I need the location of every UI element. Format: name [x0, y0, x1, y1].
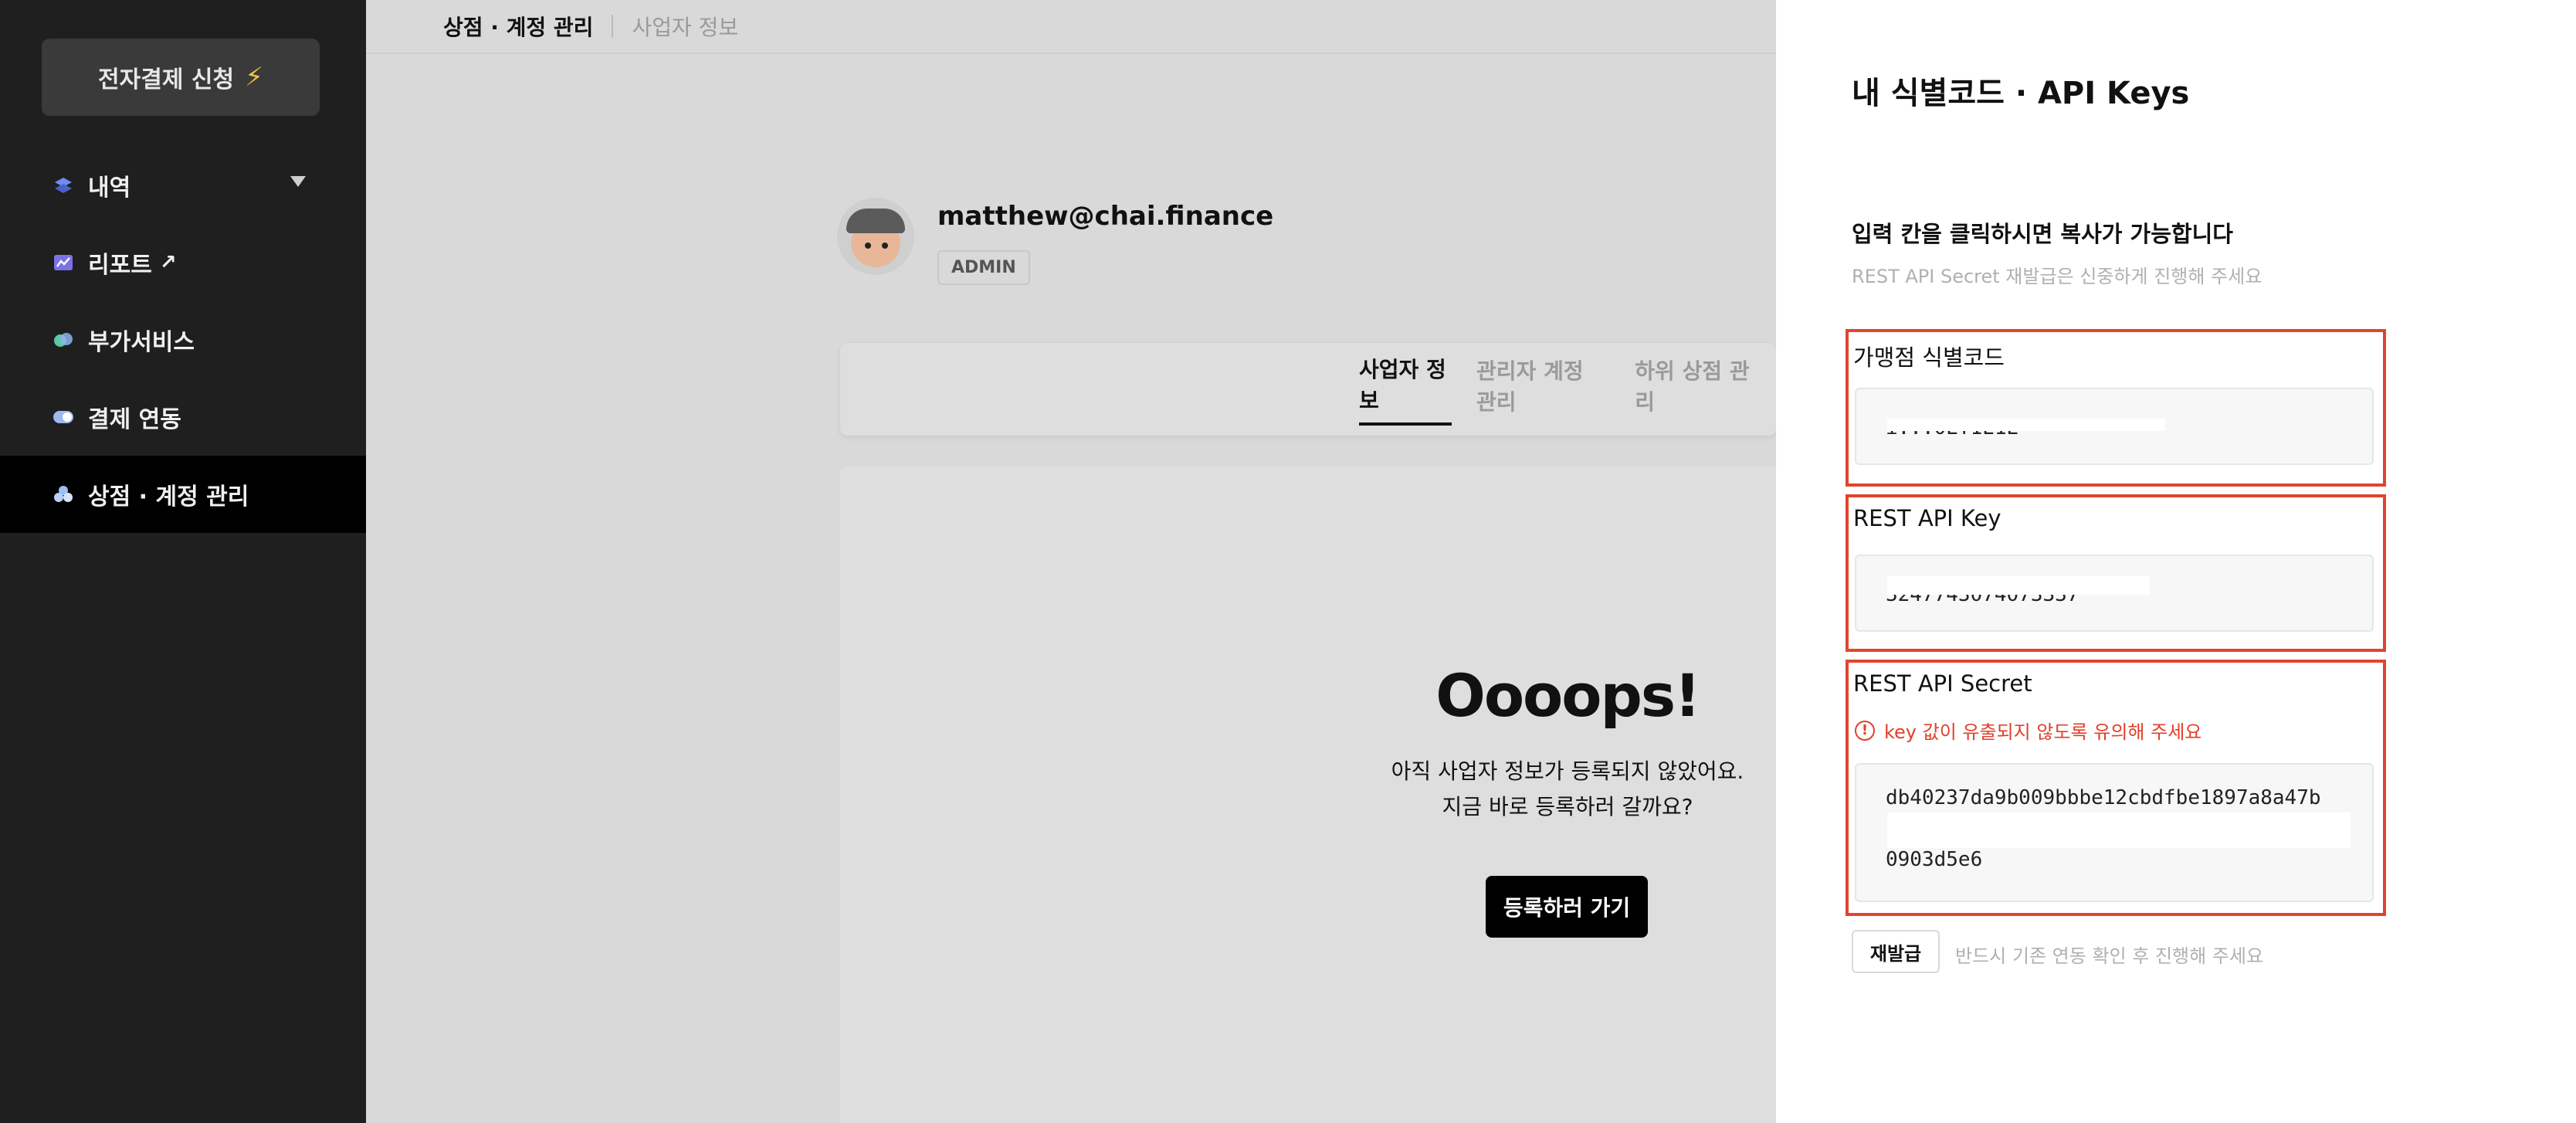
sidebar-item-label: 리포트	[88, 252, 152, 279]
avatar	[837, 198, 914, 275]
secret-warning-text: key 값이 유출되지 않도록 유의해 주세요	[1884, 721, 2202, 743]
tabs-bar: 사업자 정보 관리자 계정 관리 하위 상점 관리	[840, 343, 1776, 436]
profile-header: matthew@chai.finance ADMIN	[837, 198, 1273, 285]
api-keys-panel: 내 식별코드 · API Keys 입력 칸을 클릭하시면 복사가 가능합니다 …	[1776, 0, 2576, 1123]
api-key-field[interactable]: 3247743074073337	[1855, 555, 2374, 632]
panel-subtitle: 입력 칸을 클릭하시면 복사가 가능합니다	[1852, 221, 2233, 247]
services-icon	[53, 329, 74, 351]
toggle-icon	[53, 406, 74, 428]
api-key-section: REST API Key 3247743074073337	[1846, 494, 2386, 652]
reissue-button[interactable]: 재발급	[1852, 930, 1940, 973]
secret-warning: ! key 값이 유출되지 않도록 유의해 주세요	[1855, 717, 2201, 744]
apply-payment-label: 전자결제 신청	[98, 66, 235, 93]
layers-icon	[53, 175, 74, 196]
sidebar-item-services[interactable]: 부가서비스	[0, 301, 366, 378]
chevron-down-icon[interactable]	[290, 176, 306, 187]
breadcrumb-business-info[interactable]: 사업자 정보	[632, 11, 738, 42]
external-link-icon: ↗	[159, 251, 177, 274]
sidebar-item-label: 내역	[88, 175, 131, 202]
merchant-id-label: 가맹점 식별코드	[1853, 344, 2005, 371]
role-badge: ADMIN	[937, 250, 1030, 285]
breadcrumb-current[interactable]: 상점 · 계정 관리	[443, 11, 593, 42]
apply-payment-button[interactable]: 전자결제 신청 ⚡	[42, 39, 320, 116]
chart-icon	[53, 252, 74, 273]
api-secret-label: REST API Secret	[1853, 670, 2032, 697]
merchant-id-field[interactable]: i...0ET1E1E	[1855, 388, 2374, 465]
empty-state-message: 아직 사업자 정보가 등록되지 않았어요. 지금 바로 등록하러 갈까요?	[1313, 754, 1822, 825]
lightning-icon: ⚡	[245, 62, 263, 93]
sidebar-item-history[interactable]: 내역	[0, 147, 366, 224]
api-secret-field[interactable]: db40237da9b009bbbe12cbdfbe1897a8a47b 090…	[1855, 763, 2374, 902]
panel-hint: REST API Secret 재발급은 신중하게 진행해 주세요	[1852, 266, 2262, 287]
empty-state-line1: 아직 사업자 정보가 등록되지 않았어요.	[1391, 758, 1744, 784]
sidebar-item-label: 부가서비스	[88, 329, 195, 356]
sidebar-item-store-accounts[interactable]: 상점 · 계정 관리	[0, 456, 366, 533]
profile-email: matthew@chai.finance	[937, 201, 1274, 232]
sidebar-item-report[interactable]: 리포트 ↗	[0, 224, 366, 301]
api-key-label: REST API Key	[1853, 505, 2001, 531]
breadcrumb-divider	[612, 15, 614, 38]
users-icon	[53, 483, 74, 505]
tab-business-info[interactable]: 사업자 정보	[1359, 353, 1452, 426]
reissue-hint: 반드시 기존 연동 확인 후 진행해 주세요	[1955, 945, 2264, 967]
sidebar-item-label: 결제 연동	[88, 406, 181, 433]
breadcrumb: 상점 · 계정 관리 사업자 정보	[366, 0, 1776, 54]
api-secret-value-line2: 0903d5e6	[1886, 848, 1983, 871]
sidebar-item-label: 상점 · 계정 관리	[88, 483, 249, 511]
api-secret-section: REST API Secret ! key 값이 유출되지 않도록 유의해 주세…	[1846, 660, 2386, 916]
sidebar-item-integration[interactable]: 결제 연동	[0, 378, 366, 456]
empty-state-line2: 지금 바로 등록하러 갈까요?	[1442, 794, 1693, 819]
empty-state-title: Oooops!	[1435, 661, 1701, 730]
api-secret-value-line1: db40237da9b009bbbe12cbdfbe1897a8a47b	[1886, 786, 2321, 809]
register-button[interactable]: 등록하러 가기	[1486, 876, 1648, 938]
tab-sub-stores[interactable]: 하위 상점 관리	[1635, 355, 1751, 424]
alert-icon: !	[1855, 720, 1875, 741]
sidebar: 전자결제 신청 ⚡ 내역 리포트 ↗ 부가서비스 결제 연동 상점 · 계정 관…	[0, 0, 366, 1123]
merchant-id-section: 가맹점 식별코드 i...0ET1E1E	[1846, 329, 2386, 487]
tab-admin-accounts[interactable]: 관리자 계정 관리	[1476, 355, 1610, 424]
panel-title: 내 식별코드 · API Keys	[1852, 76, 2190, 111]
